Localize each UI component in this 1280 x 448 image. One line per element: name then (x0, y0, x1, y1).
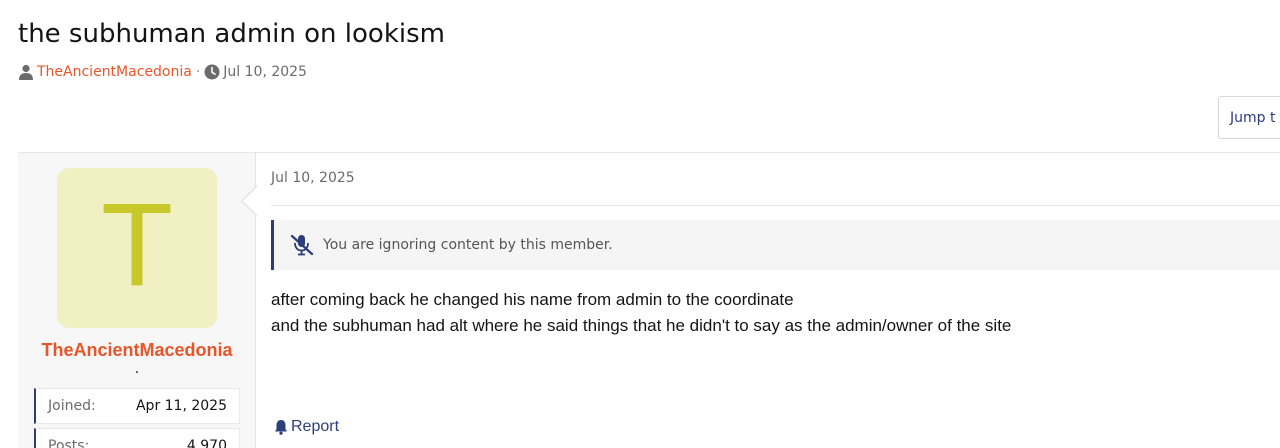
user-title: . (134, 361, 140, 377)
post-body-line: and the subhuman had alt where he said t… (271, 316, 1012, 335)
ignored-content-notice: You are ignoring content by this member. (271, 220, 1280, 270)
report-label: Report (291, 418, 340, 435)
stat-value: 4,970 (186, 438, 227, 448)
divider (271, 205, 1280, 206)
meta-separator: · (195, 64, 201, 80)
thread-meta: TheAncientMacedonia · Jul 10, 2025 (18, 62, 307, 82)
ignored-notice-text: You are ignoring content by this member. (323, 237, 613, 253)
thread-title: the subhuman admin on lookism (18, 19, 445, 49)
report-link[interactable]: Report (274, 418, 339, 436)
thread-date[interactable]: Jul 10, 2025 (223, 64, 307, 80)
avatar[interactable]: T (57, 168, 217, 328)
stat-row-posts: Posts: 4,970 (34, 428, 240, 448)
post-body: after coming back he changed his name fr… (271, 287, 1011, 339)
avatar-letter: T (100, 179, 174, 311)
muted-microphone-icon (290, 234, 314, 256)
user-icon (18, 64, 34, 80)
stat-row-joined: Joined: Apr 11, 2025 (34, 388, 240, 424)
message-arrow-inner (243, 186, 258, 216)
post-body-line: after coming back he changed his name fr… (271, 290, 794, 309)
bell-icon (274, 419, 288, 435)
post-date[interactable]: Jul 10, 2025 (271, 170, 355, 186)
message-user-cell: T TheAncientMacedonia . Joined: Apr 11, … (18, 153, 256, 448)
jump-to-new-button[interactable]: Jump t (1218, 96, 1280, 139)
clock-icon (204, 64, 220, 80)
stat-value: Apr 11, 2025 (135, 398, 227, 414)
stat-label: Joined: (48, 398, 96, 414)
stat-label: Posts: (48, 438, 90, 448)
username-link[interactable]: TheAncientMacedonia (18, 340, 256, 361)
thread-author-link[interactable]: TheAncientMacedonia (37, 64, 192, 80)
